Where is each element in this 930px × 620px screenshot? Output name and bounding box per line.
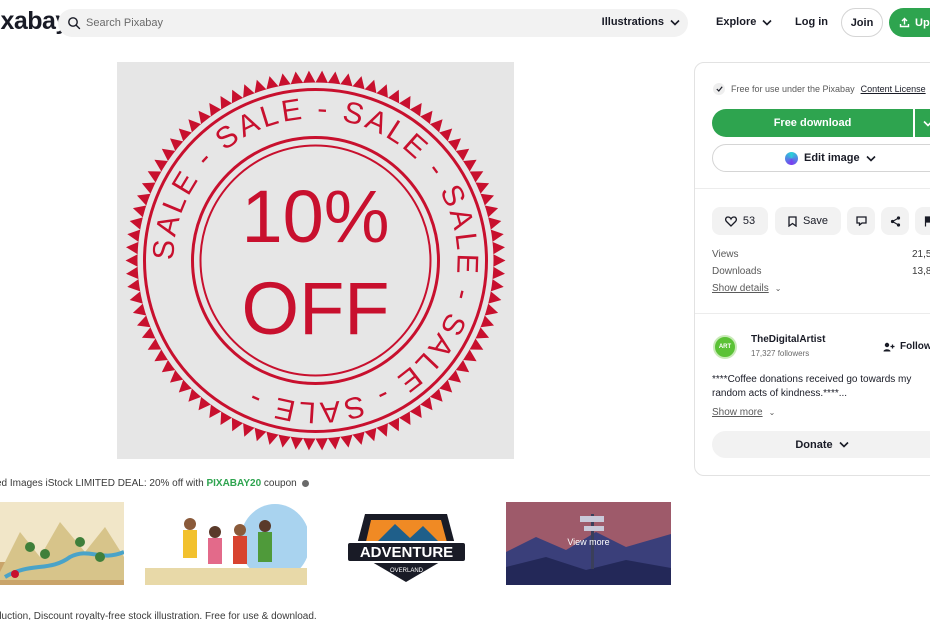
search-bar: Illustrations [58,9,688,37]
comment-button[interactable] [847,207,875,235]
chevron-down-icon [923,120,930,127]
downloads-value: 13,8 [912,266,930,277]
show-more-label: Show more [712,407,763,418]
divider [695,313,930,314]
image-caption: duction, Discount royalty-free stock ill… [0,611,317,620]
show-details-label: Show details [712,283,769,294]
report-button[interactable] [915,207,930,235]
adventure-badge: ADVENTURE OVERLAND [346,514,467,582]
views-value: 21,5 [912,249,930,260]
related-image-map[interactable] [0,502,124,585]
author-bio: ****Coffee donations received go towards… [712,374,912,399]
main-image[interactable]: SALE - SALE - SALE - SALE - SALE - SALE … [117,62,514,459]
save-label: Save [802,215,829,227]
promo-code: PIXABAY20 [206,478,262,489]
add-user-icon [883,342,895,351]
explore-label: Explore [716,16,757,28]
follow-label: Follow [900,341,930,352]
view-more-link[interactable]: View more [506,537,671,547]
author-name[interactable]: TheDigitalArtist [751,334,825,345]
chevron-down-icon: ⌄ [774,284,782,293]
donate-label: Donate [795,438,833,451]
check-icon [713,83,725,95]
explore-menu[interactable]: Explore [716,16,772,28]
search-type-label: Illustrations [601,16,664,28]
content-license-link[interactable]: Content License [861,84,926,94]
related-image-signpost[interactable]: View more [506,502,671,585]
comment-icon [855,216,867,226]
flag-icon [924,215,930,226]
search-icon [68,17,81,30]
like-button[interactable]: 53 [712,207,768,235]
upload-label: Upload [915,16,930,29]
istock-promo[interactable]: ed Images iStock LIMITED DEAL: 20% off w… [0,478,309,489]
download-options-button[interactable] [915,109,930,137]
upload-button[interactable]: Upload [889,8,930,37]
related-image-adventure[interactable]: ADVENTURE OVERLAND [325,502,488,585]
stamp-off-text: OFF [242,267,390,350]
sale-stamp-image: SALE - SALE - SALE - SALE - SALE - SALE … [125,70,506,451]
canva-icon [785,151,798,165]
show-more-link[interactable]: Show more ⌄ [712,407,775,418]
chevron-down-icon [762,19,772,26]
related-image-hikers[interactable] [145,502,307,585]
promo-prefix: ed Images iStock LIMITED DEAL: 20% off w… [0,478,207,489]
donate-button[interactable]: Donate [712,431,930,458]
stamp-percent-text: 10% [241,175,389,258]
chevron-down-icon: ⌄ [768,408,776,417]
free-download-button[interactable]: Free download [712,109,913,137]
follow-button[interactable]: Follow [883,341,930,352]
show-details-link[interactable]: Show details ⌄ [712,283,781,294]
like-count: 53 [742,215,756,227]
join-button[interactable]: Join [841,8,883,37]
heart-icon [724,215,737,227]
chevron-down-icon [839,441,849,448]
divider [695,188,930,189]
top-header: ixabay Illustrations Explore Log in Join… [0,0,930,46]
edit-image-button[interactable]: Edit image [712,144,930,172]
views-label: Views [712,249,739,260]
search-input[interactable] [86,13,486,33]
share-icon [890,215,900,227]
info-icon[interactable] [301,479,309,487]
author-followers: 17,327 followers [751,349,810,358]
adventure-title: ADVENTURE [360,544,453,561]
adventure-subtitle: OVERLAND [390,568,424,574]
chevron-down-icon [866,155,876,162]
promo-suffix: coupon [261,478,297,489]
share-button[interactable] [881,207,909,235]
author-avatar[interactable]: ART [713,335,737,359]
edit-image-label: Edit image [804,152,860,164]
search-type-dropdown[interactable]: Illustrations [602,16,680,28]
login-link[interactable]: Log in [795,16,828,28]
chevron-down-icon [670,19,680,26]
bookmark-icon [788,215,797,227]
save-button[interactable]: Save [775,207,841,235]
license-prefix: Free for use under the Pixabay [731,84,855,94]
upload-icon [899,17,910,28]
downloads-label: Downloads [712,266,762,277]
hikers-illustration [145,504,307,585]
license-notice: Free for use under the Pixabay Content L… [713,83,926,95]
download-sidebar: Free for use under the Pixabay Content L… [694,62,930,476]
map-illustration [0,522,124,585]
